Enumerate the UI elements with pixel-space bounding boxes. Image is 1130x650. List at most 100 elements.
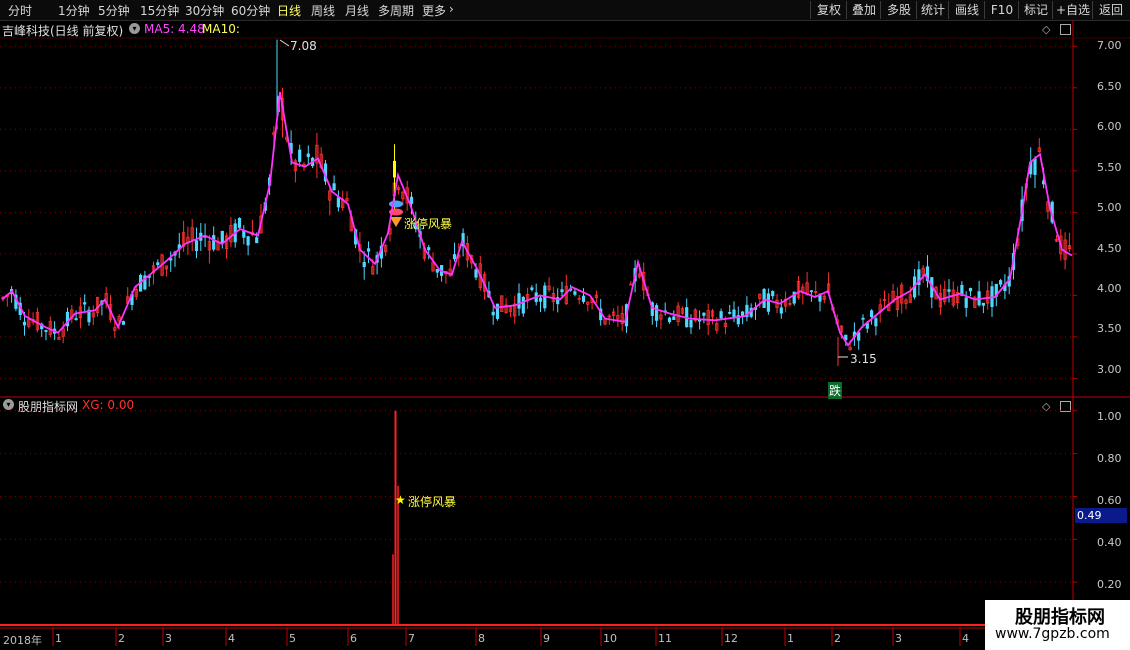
candle-body bbox=[220, 230, 224, 244]
candle-body bbox=[362, 261, 366, 268]
signal-marker-icon bbox=[390, 217, 402, 227]
indicator-current-value: 0.49 bbox=[1075, 508, 1127, 523]
candle-body bbox=[491, 311, 495, 316]
candle-body bbox=[246, 236, 250, 246]
limit-up-signal-label: 涨停风暴 bbox=[404, 217, 453, 231]
price-tick: 3.00 bbox=[1097, 363, 1122, 376]
star-icon: ★ bbox=[395, 493, 406, 507]
x-axis-month: 3 bbox=[895, 632, 902, 645]
x-axis-month: 9 bbox=[543, 632, 550, 645]
candle-body bbox=[538, 297, 543, 302]
candle-body bbox=[298, 149, 302, 162]
price-tick: 3.50 bbox=[1097, 322, 1122, 335]
candle-body bbox=[1033, 158, 1037, 175]
candle-body bbox=[83, 302, 87, 305]
price-grid bbox=[0, 45, 1077, 583]
fall-badge: 跌 bbox=[828, 382, 843, 399]
candle-body bbox=[156, 262, 160, 266]
x-axis-month: 6 bbox=[350, 632, 357, 645]
candle-body bbox=[779, 307, 783, 314]
candle-body bbox=[194, 240, 199, 252]
site-watermark: 股朋指标网 www.7gpzb.com bbox=[985, 600, 1130, 650]
price-tick: 7.00 bbox=[1097, 39, 1122, 52]
candle-body bbox=[255, 237, 259, 244]
x-axis-month: 8 bbox=[478, 632, 485, 645]
candle-body bbox=[306, 153, 310, 158]
candle-body bbox=[981, 302, 986, 306]
x-axis-month: 11 bbox=[658, 632, 672, 645]
high-pointer bbox=[279, 39, 290, 47]
candle-body bbox=[719, 311, 723, 319]
candle-body bbox=[366, 248, 371, 252]
indicator-tick: 0.60 bbox=[1097, 494, 1122, 507]
candle-body bbox=[573, 291, 577, 295]
candle-body bbox=[771, 290, 775, 297]
candle-body bbox=[999, 280, 1003, 285]
x-axis-month: 7 bbox=[408, 632, 415, 645]
price-tick: 6.00 bbox=[1097, 120, 1122, 133]
price-tick: 5.00 bbox=[1097, 201, 1122, 214]
indicator-tick: 1.00 bbox=[1097, 410, 1122, 423]
candle-body bbox=[474, 269, 478, 278]
candle-body bbox=[530, 287, 534, 290]
candle-body bbox=[212, 235, 216, 250]
candle-body bbox=[732, 309, 736, 318]
candle-body bbox=[667, 317, 672, 323]
candle-body bbox=[521, 296, 525, 314]
x-axis-month: 1 bbox=[787, 632, 794, 645]
candle-body bbox=[655, 305, 659, 321]
candle-body bbox=[242, 230, 246, 238]
x-axis-month: 4 bbox=[228, 632, 235, 645]
signal-marker-icon bbox=[389, 200, 403, 208]
candle-body bbox=[874, 318, 878, 327]
candle-body bbox=[964, 297, 968, 308]
kline-chart[interactable] bbox=[0, 0, 1130, 650]
candle-body bbox=[809, 290, 814, 293]
candle-body bbox=[766, 293, 771, 312]
indicator-series bbox=[0, 410, 1073, 626]
high-price-label: 7.08 bbox=[290, 39, 317, 53]
indicator-tick: 0.40 bbox=[1097, 536, 1122, 549]
candle-body bbox=[495, 303, 500, 319]
candle-body bbox=[427, 247, 431, 251]
watermark-url: www.7gpzb.com bbox=[995, 626, 1110, 642]
candle-body bbox=[517, 293, 521, 309]
candle-body bbox=[452, 254, 457, 260]
candle-body bbox=[947, 289, 951, 292]
candle-body bbox=[861, 317, 865, 320]
candle-body bbox=[702, 312, 706, 316]
chart-frame bbox=[0, 20, 1130, 646]
candle-body bbox=[336, 197, 341, 208]
candle-body bbox=[332, 183, 336, 191]
price-tick: 4.00 bbox=[1097, 282, 1122, 295]
candle-body bbox=[870, 310, 874, 318]
candlestick-series bbox=[1, 39, 1071, 366]
candle-body bbox=[728, 311, 732, 314]
candle-body bbox=[560, 289, 564, 293]
x-axis-month: 4 bbox=[962, 632, 969, 645]
candle-body bbox=[762, 288, 766, 309]
ma5-line bbox=[1, 91, 1073, 347]
candle-body bbox=[968, 288, 973, 292]
candle-body bbox=[74, 318, 78, 321]
candle-body bbox=[44, 330, 48, 332]
low-price-label: 3.15 bbox=[850, 352, 877, 366]
candle-body bbox=[672, 316, 676, 321]
x-axis-month: 10 bbox=[603, 632, 617, 645]
price-tick: 6.50 bbox=[1097, 80, 1122, 93]
x-axis-year: 2018年 bbox=[3, 634, 42, 647]
candle-body bbox=[409, 196, 414, 204]
x-axis-month: 2 bbox=[118, 632, 125, 645]
x-axis-month: 12 bbox=[724, 632, 738, 645]
x-axis-month: 2 bbox=[834, 632, 841, 645]
x-axis-month: 3 bbox=[165, 632, 172, 645]
candle-body bbox=[22, 321, 27, 326]
indicator-tick: 0.20 bbox=[1097, 578, 1122, 591]
candle-body bbox=[237, 217, 242, 228]
candle-body bbox=[741, 311, 745, 317]
x-axis-month: 1 bbox=[55, 632, 62, 645]
indicator-tick: 0.80 bbox=[1097, 452, 1122, 465]
candle-body bbox=[435, 268, 439, 273]
indicator-signal-label: 涨停风暴 bbox=[408, 495, 457, 509]
price-tick: 4.50 bbox=[1097, 242, 1122, 255]
